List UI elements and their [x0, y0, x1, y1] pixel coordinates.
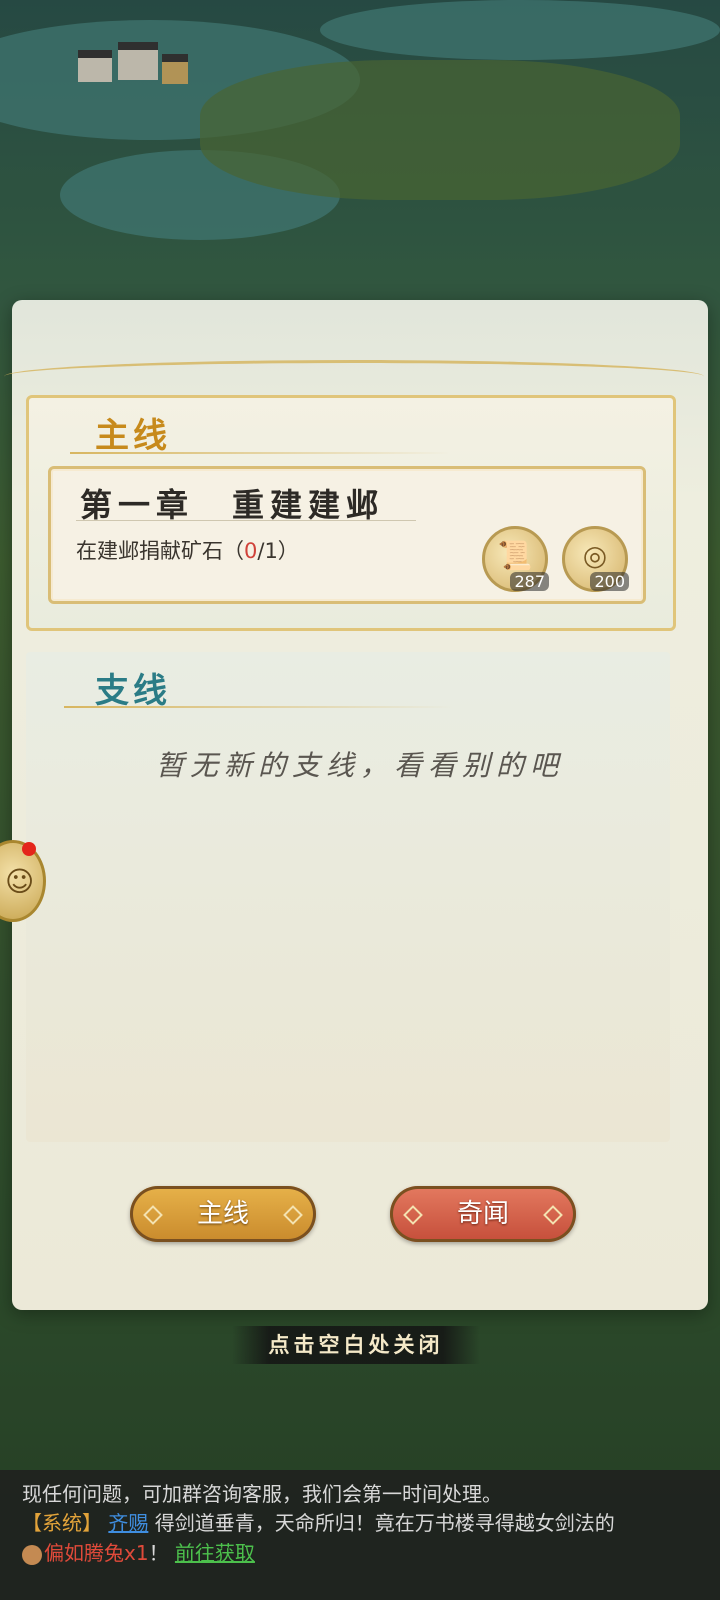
notification-dot	[22, 842, 36, 856]
go-obtain-link[interactable]: 前往获取	[175, 1541, 255, 1565]
scroll-icon: 📜	[497, 539, 533, 572]
quest-desc-text: 在建邺捐献矿石（	[76, 539, 244, 563]
button-ornament	[543, 1205, 563, 1225]
chat-broadcast: 现任何问题，可加群咨询客服，我们会第一时间处理。 【系统】 齐赐 得剑道垂青，天…	[0, 1470, 720, 1600]
chat-message-text: 得剑道垂青，天命所归！竟在万书楼寻得越女剑法的	[154, 1511, 615, 1535]
item-name: 偏如腾兔x1	[44, 1541, 149, 1565]
button-ornament	[143, 1205, 163, 1225]
character-face-icon: ☺	[5, 865, 35, 898]
chat-exclamation: ！	[148, 1541, 169, 1565]
quest-progress-total: /1）	[257, 539, 299, 563]
main-quest-title: 主线	[95, 416, 171, 456]
side-quest-title: 支线	[95, 671, 171, 711]
chat-line: 偏如腾兔x1！ 前往获取	[22, 1537, 255, 1566]
panel-gold-swirl	[4, 360, 704, 393]
player-name-link[interactable]: 齐赐	[108, 1511, 148, 1535]
reward-coin[interactable]: ◎ 200	[562, 526, 629, 592]
quest-progress-current: 0	[244, 539, 258, 563]
quest-description: 在建邺捐献矿石（0/1）	[76, 535, 299, 565]
reward-count: 287	[510, 572, 549, 591]
button-ornament	[403, 1205, 423, 1225]
side-title-divider	[64, 706, 454, 708]
odd-events-button-label: 奇闻	[456, 1199, 509, 1229]
reward-scroll[interactable]: 📜 287	[482, 526, 549, 592]
close-hint[interactable]: 点击空白处关闭	[232, 1326, 480, 1364]
side-quest-empty-text: 暂无新的支线，看看别的吧	[155, 749, 564, 782]
odd-events-button[interactable]: 奇闻	[390, 1186, 576, 1242]
main-quest-button[interactable]: 主线	[130, 1186, 316, 1242]
system-tag: 【系统】	[22, 1511, 102, 1535]
coin-icon: ◎	[582, 539, 608, 572]
side-quest-section	[26, 652, 670, 1142]
main-quest-button-label: 主线	[196, 1199, 249, 1229]
quest-title-divider	[76, 520, 416, 521]
main-title-divider	[70, 452, 450, 454]
chat-line: 现任何问题，可加群咨询客服，我们会第一时间处理。	[22, 1482, 502, 1506]
item-icon	[22, 1544, 42, 1565]
chat-line: 【系统】 齐赐 得剑道垂青，天命所归！竟在万书楼寻得越女剑法的	[22, 1507, 615, 1536]
button-ornament	[283, 1205, 303, 1225]
reward-count: 200	[590, 572, 629, 591]
